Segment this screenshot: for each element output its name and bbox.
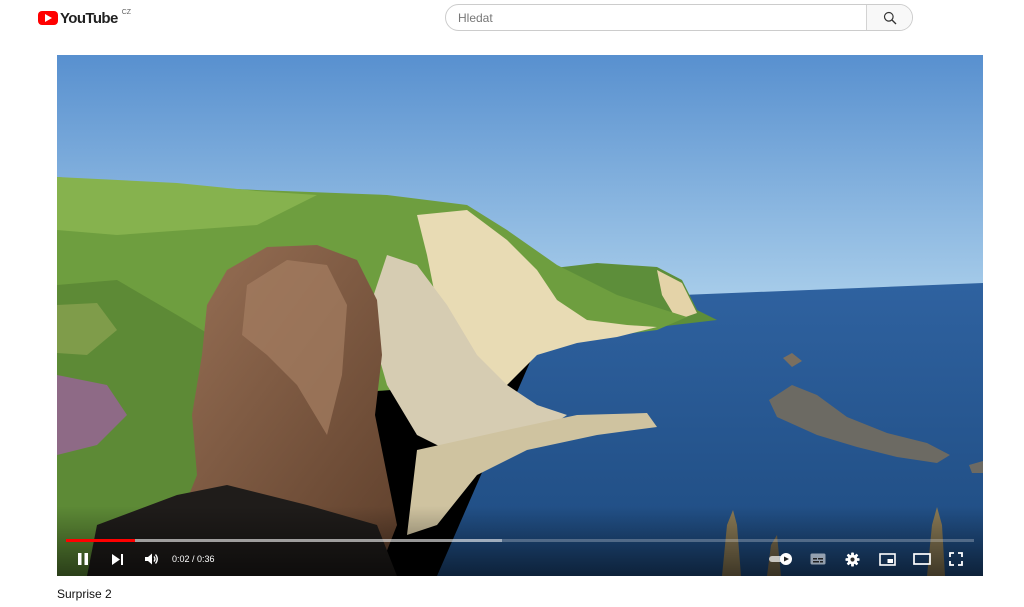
time-display: 0:02 / 0:36 xyxy=(172,554,215,564)
volume-button[interactable] xyxy=(141,548,161,570)
subtitles-button[interactable] xyxy=(808,548,828,570)
fullscreen-icon xyxy=(949,552,963,566)
youtube-logo[interactable]: YouTube CZ xyxy=(38,9,131,27)
settings-icon xyxy=(844,551,860,567)
pause-icon xyxy=(78,553,88,565)
next-icon xyxy=(111,553,123,565)
current-time: 0:02 xyxy=(172,554,190,564)
country-code: CZ xyxy=(121,8,132,16)
theater-icon xyxy=(913,553,931,565)
search-icon xyxy=(883,11,896,24)
miniplayer-icon xyxy=(878,552,896,566)
search-input[interactable] xyxy=(446,5,866,30)
subtitles-icon xyxy=(810,553,826,565)
youtube-play-logo-icon xyxy=(38,11,58,25)
theater-mode-button[interactable] xyxy=(911,548,933,570)
logo-wordmark: YouTube xyxy=(60,9,118,27)
video-player[interactable]: 0:02 / 0:36 xyxy=(57,55,983,576)
player-controls: 0:02 / 0:36 xyxy=(57,545,983,573)
pause-button[interactable] xyxy=(73,548,93,570)
autoplay-toggle[interactable] xyxy=(768,548,794,570)
progress-bar[interactable] xyxy=(66,539,974,542)
video-title: Surprise 2 xyxy=(57,587,112,601)
video-frame xyxy=(57,55,983,576)
settings-button[interactable] xyxy=(842,548,862,570)
miniplayer-button[interactable] xyxy=(877,548,897,570)
autoplay-toggle-icon xyxy=(769,553,792,565)
volume-icon xyxy=(144,553,158,565)
search-box xyxy=(445,4,913,31)
time-separator: / xyxy=(189,554,198,564)
fullscreen-button[interactable] xyxy=(946,548,966,570)
duration: 0:36 xyxy=(197,554,215,564)
next-button[interactable] xyxy=(107,548,127,570)
progress-played xyxy=(66,539,135,542)
search-button[interactable] xyxy=(866,5,912,30)
